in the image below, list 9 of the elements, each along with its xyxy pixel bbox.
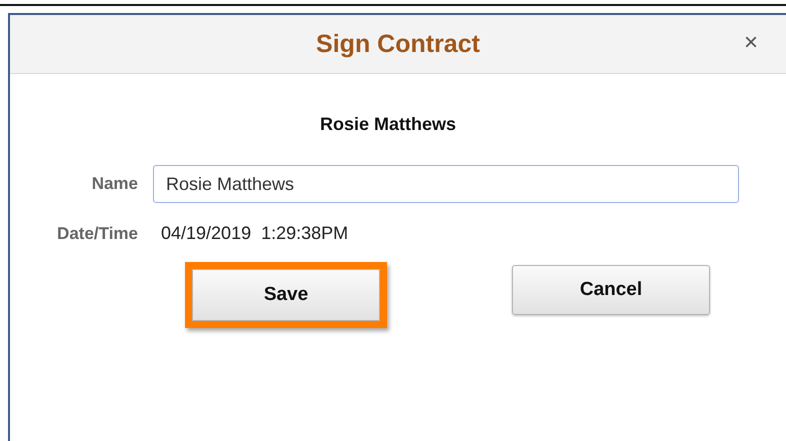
field-value: 04/19/2019 1:29:38PM — [161, 223, 348, 244]
signer-name-heading: Rosie Matthews — [318, 114, 458, 135]
field-label: Name — [90, 174, 138, 194]
name-input-field[interactable]: Rosie Matthews — [153, 165, 739, 203]
dialog-title: Sign Contract — [316, 30, 480, 58]
field-label: Date/Time — [56, 224, 138, 244]
dialog-button[interactable]: Save — [192, 269, 380, 321]
close-button[interactable]: × — [742, 31, 760, 55]
dialog-button[interactable]: Cancel — [512, 265, 710, 315]
